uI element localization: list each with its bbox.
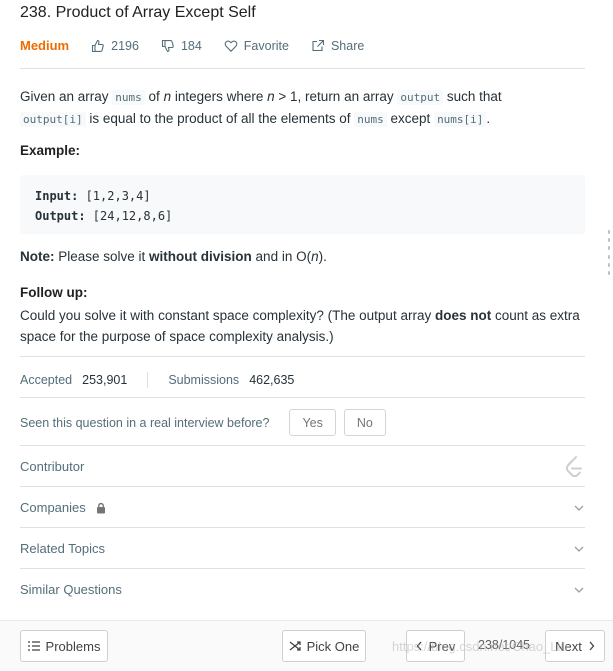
divider [20,356,585,357]
similar-questions-row[interactable]: Similar Questions [20,569,585,610]
heart-icon [224,40,238,52]
share-icon [312,39,325,51]
code-nums-i: nums[i] [434,112,487,127]
like-count: 2196 [111,38,139,53]
interview-question: Seen this question in a real interview b… [20,409,386,436]
shuffle-icon [289,641,301,651]
dislike-count: 184 [180,38,202,53]
share-label: Share [330,38,365,53]
companies-row[interactable]: Companies [20,487,585,528]
chevron-right-icon [589,641,595,651]
yes-button[interactable]: Yes [289,409,336,436]
code-output: output [397,90,444,105]
problem-title: 238. Product of Array Except Self [20,4,256,21]
divider [20,68,585,69]
companies-label: Companies [20,500,86,515]
like-button[interactable]: 2196 [91,39,139,53]
interview-question-text: Seen this question in a real interview b… [20,415,270,430]
related-topics-row[interactable]: Related Topics [20,528,585,569]
pagination-counter: 238/1045 [478,638,531,652]
submissions-label: Submissions [168,373,240,387]
share-button[interactable]: Share [311,39,364,53]
bottom-toolbar: Problems Pick One Prev 238/1045 Next [0,620,613,671]
pick-one-button[interactable]: Pick One [282,630,366,662]
submissions-value: 462,635 [249,373,295,387]
output-label: Output: [35,209,86,223]
divider [20,397,585,398]
lock-icon [96,502,105,513]
chevron-left-icon [416,641,422,651]
leetcode-logo-icon [565,455,582,477]
problem-description: Given an array nums of n integers where … [20,89,502,127]
submission-stats: Accepted 253,901 Submissions 462,635 [20,372,294,388]
difficulty-badge: Medium [20,38,70,53]
dislike-button[interactable]: 184 [161,39,202,53]
similar-questions-label: Similar Questions [20,582,122,597]
resize-handle[interactable] [608,230,611,275]
code-nums: nums [112,90,145,105]
stats-separator [147,372,149,388]
note-text: Note: Please solve it without division a… [20,249,327,264]
no-button[interactable]: No [343,409,386,436]
example-heading: Example: [20,143,81,158]
example-code-block: Input: [1,2,3,4] Output: [24,12,8,6] [20,175,585,234]
next-button[interactable]: Next [545,630,605,662]
chevron-down-icon [574,587,584,593]
follow-up-heading: Follow up: [20,285,88,300]
follow-up-text: Could you solve it with constant space c… [20,308,580,344]
accepted-label: Accepted [20,373,73,387]
chevron-down-icon [574,505,584,511]
thumbs-down-icon [161,39,174,52]
input-value: [1,2,3,4] [78,189,151,203]
contributor-label: Contributor [20,459,85,474]
chevron-down-icon [574,546,584,552]
accepted-value: 253,901 [82,373,128,387]
related-topics-label: Related Topics [20,541,106,556]
code-output-i: output[i] [20,112,86,127]
input-label: Input: [35,189,79,203]
favorite-button[interactable]: Favorite [224,39,289,53]
prev-button[interactable]: Prev [406,630,465,662]
thumbs-up-icon [92,39,104,52]
code-nums: nums [354,112,387,127]
contributor-row[interactable]: Contributor [20,446,585,487]
output-value: [24,12,8,6] [85,209,173,223]
favorite-label: Favorite [243,38,289,53]
list-icon [27,641,40,651]
problem-meta: Medium 2196 184 Favorite Share [20,38,386,53]
problems-button[interactable]: Problems [20,630,108,662]
